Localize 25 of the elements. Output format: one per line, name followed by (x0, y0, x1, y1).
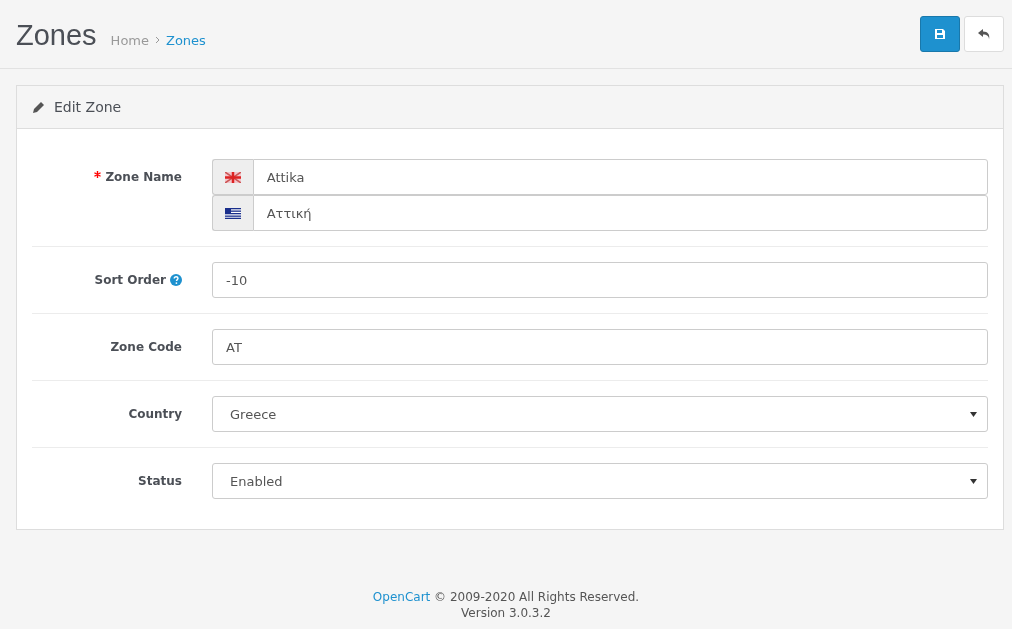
caret-icon (970, 478, 977, 484)
reply-arrow-icon (977, 28, 991, 40)
select-field[interactable]: Enabled (212, 463, 988, 499)
version-text: Version 3.0.3.2 (460, 606, 552, 620)
save-button[interactable] (920, 16, 960, 52)
text-input[interactable]: AT (212, 329, 988, 365)
text-input[interactable]: Αττική (252, 195, 988, 231)
page-title: Zones (16, 18, 97, 52)
text-input[interactable]: -10 (212, 262, 988, 298)
save-icon (934, 28, 946, 40)
panel-title: Edit Zone (54, 99, 122, 115)
caret-icon (970, 411, 977, 417)
field-label: Sort Order (94, 273, 166, 287)
chevron-icon (155, 36, 160, 44)
back-button[interactable] (964, 16, 1004, 52)
field-label: Status (138, 474, 182, 488)
field-label: Zone Code (110, 340, 182, 354)
pencil-icon (32, 100, 45, 114)
field-label: Zone Name (105, 170, 182, 184)
flag-icon (224, 171, 241, 183)
copyright-text: OpenCart © 2009-2020 All Rights Reserved. (371, 590, 641, 604)
field-label: Country (128, 407, 182, 421)
flag-icon (224, 207, 241, 219)
text-input[interactable]: Attika (252, 159, 988, 195)
select-field[interactable]: Greece (212, 396, 988, 432)
